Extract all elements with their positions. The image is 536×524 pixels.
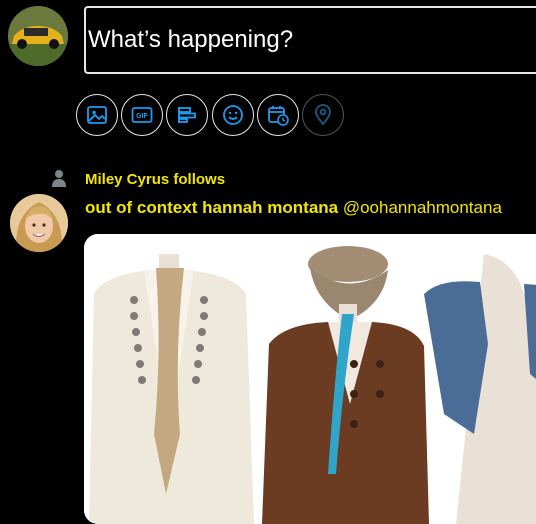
image-icon bbox=[87, 106, 107, 124]
tweet-author-line: out of context hannah montana @oohannahm… bbox=[85, 198, 502, 218]
author-name[interactable]: out of context hannah montana bbox=[85, 198, 338, 217]
schedule-icon bbox=[268, 106, 289, 126]
author-handle[interactable]: @oohannahmontana bbox=[343, 198, 502, 217]
compose-input[interactable] bbox=[86, 8, 536, 72]
compose-box[interactable] bbox=[84, 6, 536, 74]
tweet-media-image[interactable] bbox=[84, 234, 536, 524]
svg-text:GIF: GIF bbox=[136, 113, 148, 120]
person-icon bbox=[52, 170, 66, 187]
current-user-avatar[interactable] bbox=[8, 6, 68, 66]
add-emoji-button[interactable] bbox=[212, 94, 254, 136]
poll-icon bbox=[178, 107, 196, 123]
social-context: Miley Cyrus follows bbox=[85, 171, 226, 188]
location-icon bbox=[315, 104, 331, 126]
schedule-button[interactable] bbox=[257, 94, 299, 136]
add-gif-button[interactable]: GIF bbox=[121, 94, 163, 136]
add-media-button[interactable] bbox=[76, 94, 118, 136]
jackets-photo bbox=[84, 234, 536, 524]
add-poll-button[interactable] bbox=[166, 94, 208, 136]
author-avatar[interactable] bbox=[10, 194, 68, 252]
gif-icon: GIF bbox=[131, 107, 153, 123]
add-location-button[interactable] bbox=[302, 94, 344, 136]
emoji-icon bbox=[223, 105, 243, 125]
